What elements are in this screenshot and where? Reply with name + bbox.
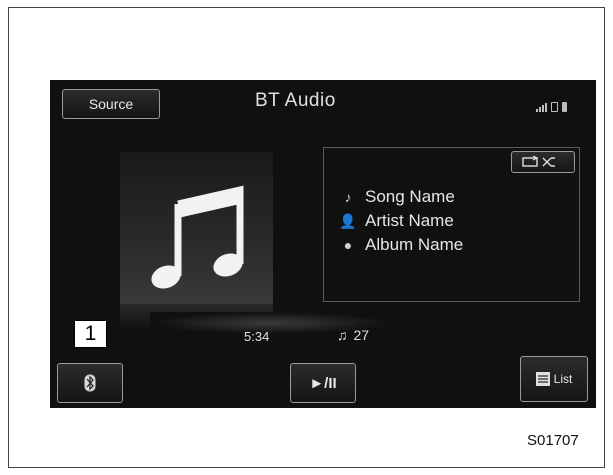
phone-icon	[551, 102, 558, 112]
repeat-icon	[522, 155, 539, 167]
list-button[interactable]: List	[520, 356, 588, 402]
album-art	[120, 152, 273, 304]
callout-number: 1	[74, 320, 107, 348]
track-info-panel: ♪ Song Name 👤 Artist Name ● Album Name	[323, 147, 580, 302]
bluetooth-button[interactable]	[57, 363, 123, 403]
disc-icon: ●	[343, 237, 353, 253]
list-label: List	[553, 372, 573, 386]
song-name: Song Name	[365, 187, 455, 206]
battery-icon	[562, 102, 567, 112]
status-icons	[536, 102, 567, 112]
track-note-icon: ♫	[337, 327, 348, 343]
artist-row: 👤 Artist Name	[339, 211, 454, 231]
bt-audio-screen: Source BT Audio ♪ Song Name 👤 Artist Nam…	[50, 80, 596, 408]
source-button[interactable]: Source	[62, 89, 160, 119]
album-row: ● Album Name	[339, 235, 464, 255]
track-number-value: 27	[353, 327, 370, 343]
music-note-small-icon: ♪	[344, 189, 352, 205]
album-name: Album Name	[365, 235, 464, 254]
track-number: ♫ 27	[337, 327, 369, 343]
signal-icon	[536, 103, 547, 112]
bluetooth-icon	[84, 374, 96, 392]
play-pause-button[interactable]: ►/II	[290, 363, 356, 403]
list-icon	[535, 372, 550, 386]
song-row: ♪ Song Name	[339, 187, 455, 207]
person-icon: 👤	[339, 212, 357, 229]
elapsed-time: 5:34	[244, 329, 270, 344]
figure-code: S01707	[527, 432, 579, 449]
shuffle-icon	[542, 157, 555, 167]
artist-name: Artist Name	[365, 211, 454, 230]
screen-title: BT Audio	[255, 90, 336, 111]
repeat-shuffle-button[interactable]	[511, 151, 575, 173]
music-note-icon	[151, 185, 244, 289]
